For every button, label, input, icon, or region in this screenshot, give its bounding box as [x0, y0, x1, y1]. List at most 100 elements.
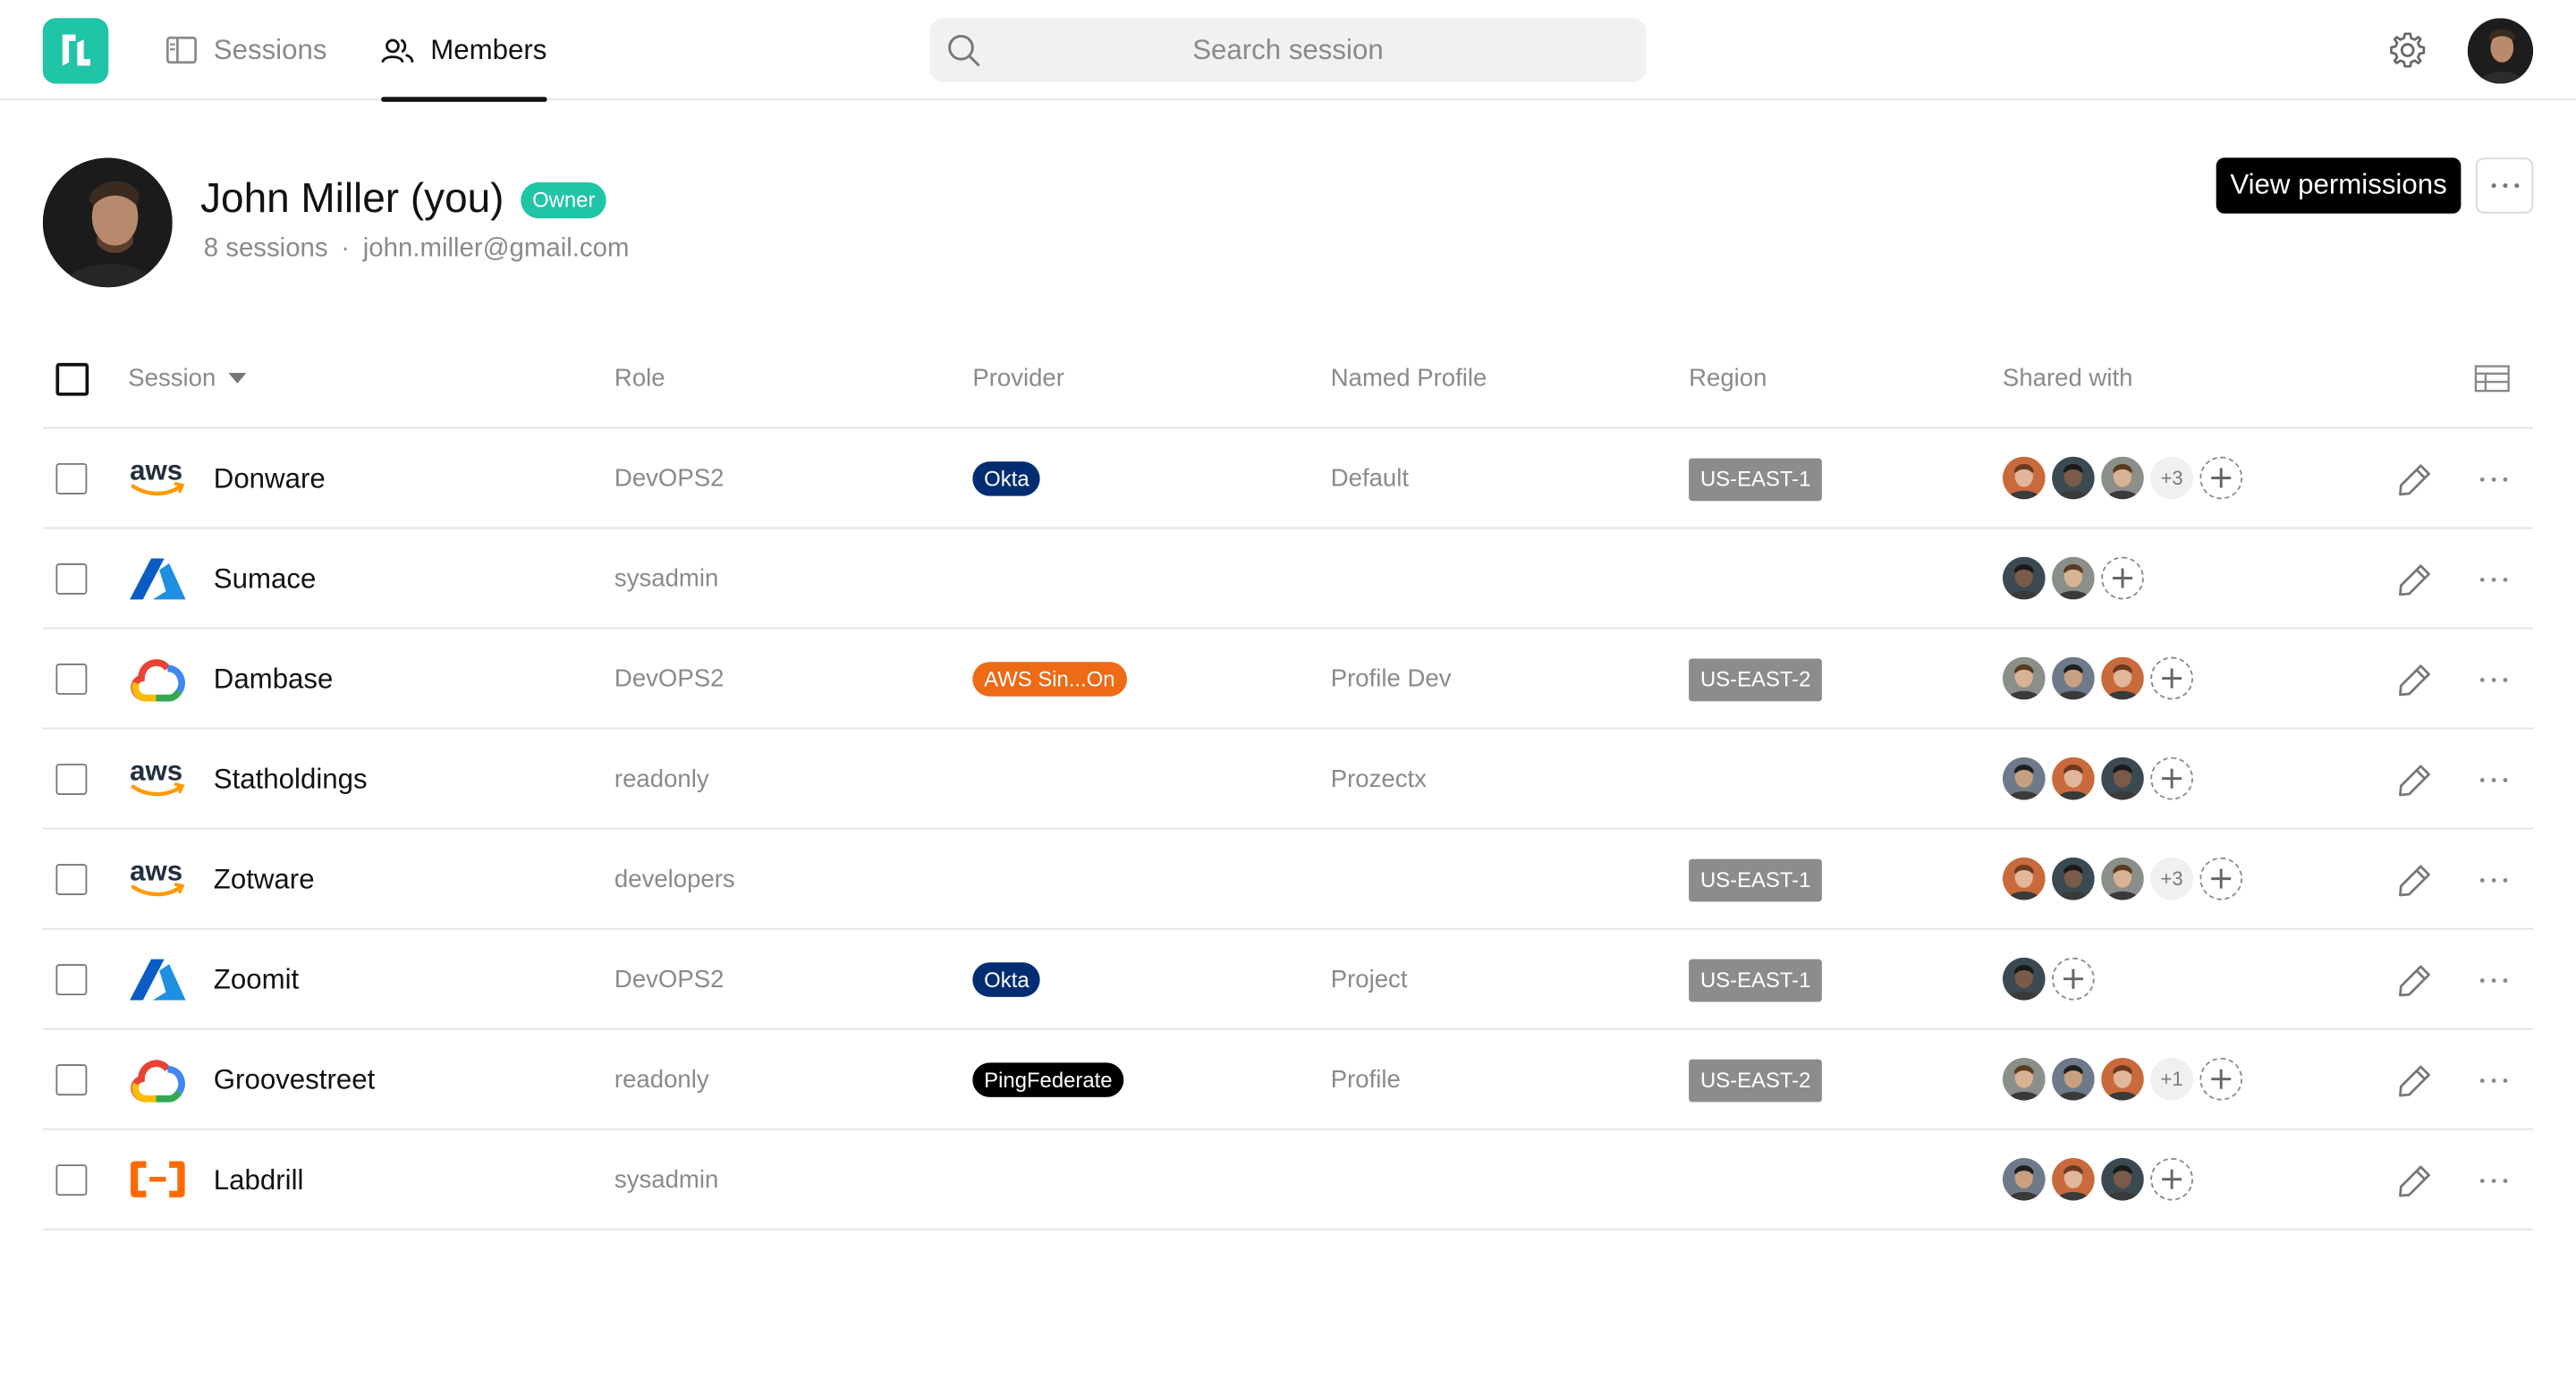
shared-user-avatar[interactable]	[2101, 1157, 2144, 1201]
app-logo[interactable]	[42, 18, 109, 84]
edit-pencil-icon[interactable]	[2395, 1061, 2435, 1101]
edit-pencil-icon[interactable]	[2395, 860, 2435, 900]
add-member-button[interactable]	[2150, 757, 2193, 800]
shared-user-avatar[interactable]	[2052, 857, 2095, 900]
edit-pencil-icon[interactable]	[2395, 1162, 2435, 1201]
row-more-icon[interactable]	[2474, 1162, 2513, 1201]
shared-more-count[interactable]: +3	[2150, 456, 2193, 500]
add-member-button[interactable]	[2150, 1157, 2193, 1201]
session-name: Dambase	[213, 664, 334, 695]
row-more-icon[interactable]	[2474, 760, 2513, 799]
shared-user-avatar[interactable]	[2052, 1157, 2095, 1201]
table-row[interactable]: Labdrill sysadmin	[42, 1130, 2534, 1230]
shared-with-group: +3	[2002, 455, 2243, 501]
profile-more-button[interactable]	[2475, 157, 2534, 214]
table-row[interactable]: aws Statholdings readonly Prozectx	[42, 729, 2534, 830]
shared-user-avatar[interactable]	[2002, 456, 2046, 500]
edit-pencil-icon[interactable]	[2395, 760, 2435, 799]
shared-user-avatar[interactable]	[2052, 757, 2095, 800]
named-profile: Profile Dev	[1330, 664, 1452, 694]
shared-user-avatar[interactable]	[2052, 556, 2095, 600]
shared-user-avatar[interactable]	[2052, 1057, 2095, 1101]
row-checkbox[interactable]	[55, 964, 88, 996]
table-row[interactable]: aws Donware DevOPS2 Okta Default US-EAST…	[42, 428, 2534, 529]
region-badge: US-EAST-1	[1689, 858, 1823, 902]
row-more-icon[interactable]	[2474, 560, 2513, 599]
column-header-session[interactable]: Session	[128, 365, 248, 393]
svg-text:aws: aws	[130, 856, 182, 887]
session-role: DevOPS2	[614, 965, 724, 994]
shared-with-group	[2002, 956, 2095, 1002]
current-user-avatar[interactable]	[2467, 18, 2534, 84]
more-horizontal-icon	[2490, 182, 2519, 189]
table-view-icon[interactable]	[2474, 365, 2510, 393]
column-header-region: Region	[1689, 364, 1767, 393]
row-checkbox[interactable]	[55, 1164, 88, 1196]
edit-pencil-icon[interactable]	[2395, 560, 2435, 599]
shared-more-count[interactable]: +1	[2150, 1057, 2193, 1101]
row-checkbox[interactable]	[55, 664, 88, 695]
table-row[interactable]: Zoomit DevOPS2 Okta Project US-EAST-1	[42, 930, 2534, 1030]
tab-members[interactable]: Members	[381, 0, 547, 102]
shared-user-avatar[interactable]	[2101, 456, 2144, 500]
sessions-icon	[165, 36, 197, 64]
table-header: Session Role Provider Named Profile Regi…	[42, 328, 2534, 429]
add-member-button[interactable]	[2101, 556, 2144, 600]
shared-user-avatar[interactable]	[2101, 757, 2144, 800]
shared-user-avatar[interactable]	[2002, 656, 2046, 700]
meta-separator: ·	[341, 234, 351, 263]
add-member-button[interactable]	[2199, 857, 2243, 900]
shared-user-avatar[interactable]	[2002, 1057, 2046, 1101]
shared-user-avatar[interactable]	[2101, 656, 2144, 700]
logo-icon	[62, 34, 91, 66]
session-name: Zoomit	[213, 964, 300, 996]
table-row[interactable]: Sumace sysadmin	[42, 528, 2534, 630]
shared-user-avatar[interactable]	[2002, 1157, 2046, 1201]
settings-gear-icon[interactable]	[2387, 30, 2428, 71]
edit-pencil-icon[interactable]	[2395, 660, 2435, 699]
aws-logo: aws	[128, 453, 187, 503]
shared-user-avatar[interactable]	[2002, 757, 2046, 800]
add-member-button[interactable]	[2199, 1057, 2243, 1101]
tab-sessions[interactable]: Sessions	[165, 0, 327, 100]
shared-user-avatar[interactable]	[2052, 456, 2095, 500]
add-member-button[interactable]	[2150, 656, 2193, 700]
shared-user-avatar[interactable]	[2052, 656, 2095, 700]
add-member-button[interactable]	[2052, 957, 2095, 1001]
aws-logo: aws	[128, 854, 187, 903]
add-member-button[interactable]	[2199, 456, 2243, 500]
search-input[interactable]	[929, 18, 1647, 82]
shared-user-avatar[interactable]	[2002, 957, 2046, 1001]
row-more-icon[interactable]	[2474, 460, 2513, 499]
table-row[interactable]: Dambase DevOPS2 AWS Sin...On Profile Dev…	[42, 629, 2534, 730]
row-checkbox[interactable]	[55, 462, 88, 495]
shared-more-count[interactable]: +3	[2150, 857, 2193, 900]
shared-user-avatar[interactable]	[2002, 556, 2046, 600]
column-header-role: Role	[614, 364, 665, 393]
row-more-icon[interactable]	[2474, 660, 2513, 699]
row-more-icon[interactable]	[2474, 860, 2513, 900]
tab-sessions-label: Sessions	[213, 33, 327, 65]
table-row[interactable]: aws Zotware developers US-EAST-1 +3	[42, 830, 2534, 930]
session-role: sysadmin	[614, 564, 719, 594]
gcp-logo	[128, 654, 187, 703]
table-row[interactable]: Groovestreet readonly PingFederate Profi…	[42, 1030, 2534, 1130]
azure-logo	[128, 554, 187, 603]
row-more-icon[interactable]	[2474, 1061, 2513, 1101]
row-checkbox[interactable]	[55, 562, 88, 595]
row-checkbox[interactable]	[55, 1064, 88, 1096]
session-name: Donware	[213, 462, 326, 495]
view-permissions-button[interactable]: View permissions	[2216, 157, 2462, 214]
row-checkbox[interactable]	[55, 864, 88, 896]
row-checkbox[interactable]	[55, 764, 88, 795]
select-all-checkbox[interactable]	[55, 362, 89, 396]
shared-user-avatar[interactable]	[2101, 1057, 2144, 1101]
edit-pencil-icon[interactable]	[2395, 460, 2435, 499]
row-more-icon[interactable]	[2474, 960, 2513, 1000]
shared-user-avatar[interactable]	[2101, 857, 2144, 900]
column-header-provider: Provider	[972, 364, 1064, 393]
plus-icon	[2162, 668, 2182, 689]
shared-user-avatar[interactable]	[2002, 857, 2046, 900]
owner-badge: Owner	[521, 182, 607, 219]
edit-pencil-icon[interactable]	[2395, 960, 2435, 1000]
